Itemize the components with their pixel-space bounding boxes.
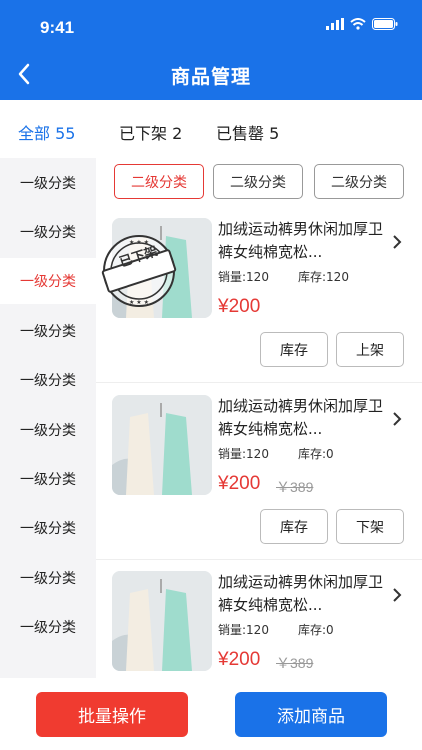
wifi-icon xyxy=(350,18,366,30)
stock-count: 库存:0 xyxy=(298,447,334,461)
product-image xyxy=(112,571,212,671)
chevron-right-icon[interactable] xyxy=(392,411,402,427)
app-header: 9:41 商品管理 xyxy=(0,0,422,100)
sidebar-item[interactable]: 一级分类 xyxy=(0,604,96,650)
sidebar-item-active[interactable]: 一级分类 xyxy=(0,258,96,304)
signal-icon xyxy=(326,18,344,30)
system-icons xyxy=(326,18,398,30)
status-time: 9:41 xyxy=(40,18,75,37)
original-price: ￥389 xyxy=(276,655,314,671)
product-card[interactable]: 加绒运动裤男休闲加厚卫裤女纯棉宽松... 销量:120 库存:0 ¥200 ￥38… xyxy=(96,571,422,678)
product-list: 二级分类 二级分类 二级分类 ★ ★ ★ ★ ★ ★ 已下架 加绒运动裤男休闲加… xyxy=(96,158,422,678)
battery-icon xyxy=(372,18,398,30)
tab-delisted[interactable]: 已下架 2 xyxy=(119,120,182,144)
stock-button[interactable]: 库存 xyxy=(260,509,328,544)
batch-operation-button[interactable]: 批量操作 xyxy=(36,692,188,737)
stock-count: 库存:0 xyxy=(298,623,334,637)
status-tabs: 全部 55 已下架 2 已售罄 5 xyxy=(0,100,422,158)
sidebar-item[interactable]: 一级分类 xyxy=(0,505,96,551)
sales-count: 销量:120 xyxy=(218,447,269,461)
sidebar-item[interactable]: 一级分类 xyxy=(0,209,96,255)
divider xyxy=(96,559,422,560)
product-stats: 销量:120 库存:0 xyxy=(218,621,334,638)
page-title: 商品管理 xyxy=(170,66,251,88)
chevron-right-icon[interactable] xyxy=(392,234,402,250)
subcategory-chip[interactable]: 二级分类 xyxy=(213,164,303,199)
sales-count: 销量:120 xyxy=(218,623,269,637)
subcategory-chip-active[interactable]: 二级分类 xyxy=(114,164,204,199)
sidebar-item[interactable]: 一级分类 xyxy=(0,160,96,206)
nav-bar: 商品管理 xyxy=(0,52,422,96)
sidebar-item[interactable]: 一级分类 xyxy=(0,456,96,502)
product-stats: 销量:120 库存:120 xyxy=(218,268,349,285)
product-card[interactable]: 加绒运动裤男休闲加厚卫裤女纯棉宽松... 销量:120 库存:0 ¥200 ￥38… xyxy=(96,395,422,565)
chevron-right-icon[interactable] xyxy=(392,587,402,603)
tab-sold-out[interactable]: 已售罄 5 xyxy=(216,120,279,144)
list-button[interactable]: 上架 xyxy=(336,332,404,367)
product-name: 加绒运动裤男休闲加厚卫裤女纯棉宽松... xyxy=(218,220,384,261)
product-image xyxy=(112,395,212,495)
stock-button[interactable]: 库存 xyxy=(260,332,328,367)
svg-text:★ ★ ★: ★ ★ ★ xyxy=(129,299,149,306)
sidebar-item[interactable]: 一级分类 xyxy=(0,357,96,403)
tab-all[interactable]: 全部 55 xyxy=(18,120,75,144)
product-price: ¥200 xyxy=(218,473,261,494)
product-price: ¥200 xyxy=(218,649,261,670)
product-price: ¥200 xyxy=(218,296,261,317)
bottom-action-bar: 批量操作 添加商品 xyxy=(0,678,422,750)
status-bar: 9:41 xyxy=(0,0,422,52)
add-product-button[interactable]: 添加商品 xyxy=(235,692,387,737)
product-card[interactable]: ★ ★ ★ ★ ★ ★ 已下架 加绒运动裤男休闲加厚卫裤女纯棉宽松... 销量:… xyxy=(96,218,422,388)
subcategory-chip[interactable]: 二级分类 xyxy=(314,164,404,199)
sidebar-item[interactable]: 一级分类 xyxy=(0,407,96,453)
product-stats: 销量:120 库存:0 xyxy=(218,445,334,462)
divider xyxy=(96,382,422,383)
original-price: ￥389 xyxy=(276,479,314,495)
sales-count: 销量:120 xyxy=(218,270,269,284)
product-name: 加绒运动裤男休闲加厚卫裤女纯棉宽松... xyxy=(218,573,384,614)
product-name: 加绒运动裤男休闲加厚卫裤女纯棉宽松... xyxy=(218,397,384,438)
stock-count: 库存:120 xyxy=(298,270,349,284)
category-sidebar: 一级分类 一级分类 一级分类 一级分类 一级分类 一级分类 一级分类 一级分类 … xyxy=(0,158,96,678)
delist-button[interactable]: 下架 xyxy=(336,509,404,544)
sidebar-item[interactable]: 一级分类 xyxy=(0,555,96,601)
sidebar-item[interactable]: 一级分类 xyxy=(0,308,96,354)
